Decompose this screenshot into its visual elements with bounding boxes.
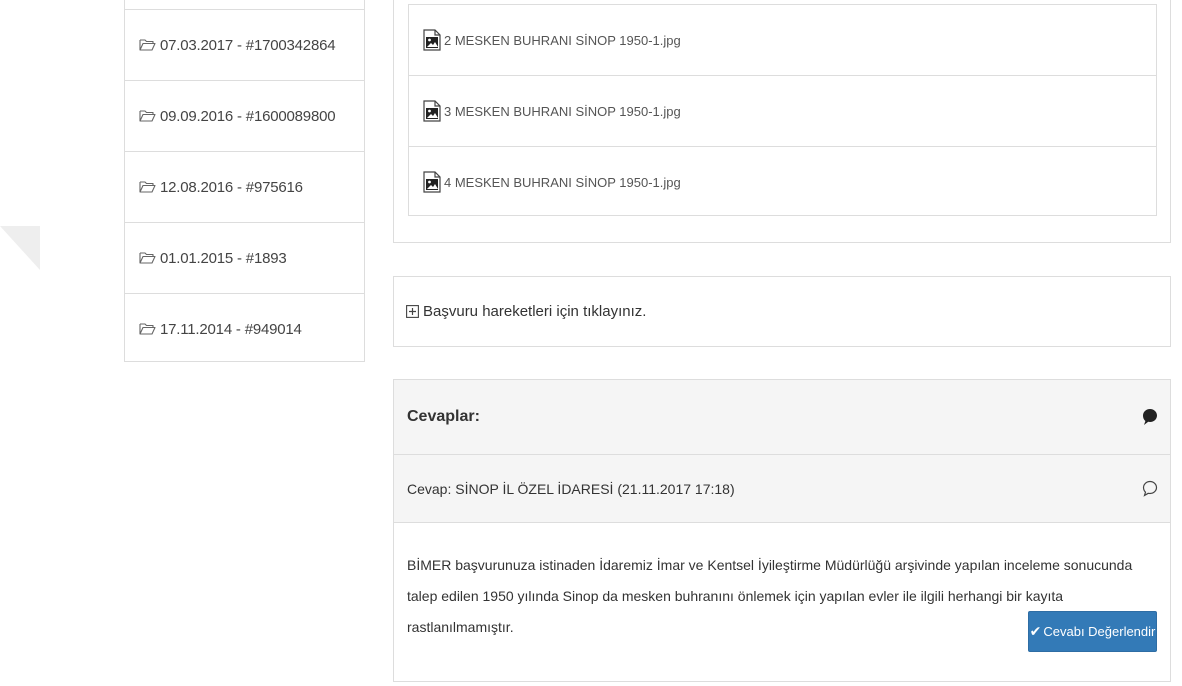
checkmark-icon: ✔ [1029,623,1042,639]
folder-open-icon [139,110,156,122]
answer-body: BİMER başvurunuza istinaden İdaremiz İma… [394,523,1170,652]
decorative-corner-shape [0,226,40,270]
folder-open-icon [139,39,156,51]
plus-square-icon [406,305,419,318]
image-file-icon [423,100,441,122]
answers-panel: Cevaplar: Cevap: SİNOP İL ÖZEL İDARESİ (… [393,379,1171,682]
folder-open-icon [139,323,156,335]
speech-bubble-outline-icon [1142,480,1158,497]
attachment-filename: 3 MESKEN BUHRANI SİNOP 1950-1.jpg [444,103,681,119]
application-item-label: 12.08.2016 - #975616 [160,178,303,196]
application-list-top-cap [125,0,364,9]
speech-bubble-filled-icon [1143,409,1157,425]
application-item[interactable]: 01.01.2015 - #1893 [125,222,364,293]
attachment-list: 2 MESKEN BUHRANI SİNOP 1950-1.jpg 3 MESK… [408,4,1157,216]
attachment-filename: 2 MESKEN BUHRANI SİNOP 1950-1.jpg [444,32,681,48]
application-item[interactable]: 09.09.2016 - #1600089800 [125,80,364,151]
application-item[interactable]: 12.08.2016 - #975616 [125,151,364,222]
answer-header-label: Cevap: SİNOP İL ÖZEL İDARESİ (21.11.2017… [407,480,735,497]
answers-title: Cevaplar: [407,408,480,425]
attachment-item[interactable]: 4 MESKEN BUHRANI SİNOP 1950-1.jpg [409,146,1156,217]
application-history-toggle[interactable]: Başvuru hareketleri için tıklayınız. [393,276,1171,347]
attachments-panel: 2 MESKEN BUHRANI SİNOP 1950-1.jpg 3 MESK… [393,0,1171,243]
application-item[interactable]: 07.03.2017 - #1700342864 [125,9,364,80]
folder-open-icon [139,252,156,264]
application-item-label: 09.09.2016 - #1600089800 [160,107,336,125]
folder-open-icon [139,181,156,193]
application-list: 07.03.2017 - #1700342864 09.09.2016 - #1… [124,0,365,362]
answers-header: Cevaplar: [394,380,1170,455]
attachment-filename: 4 MESKEN BUHRANI SİNOP 1950-1.jpg [444,174,681,190]
image-file-icon [423,29,441,51]
attachment-item[interactable]: 3 MESKEN BUHRANI SİNOP 1950-1.jpg [409,75,1156,146]
application-item-label: 17.11.2014 - #949014 [160,320,302,338]
rate-answer-label: Cevabı Değerlendir [1043,624,1156,639]
answer-header: Cevap: SİNOP İL ÖZEL İDARESİ (21.11.2017… [394,455,1170,523]
attachment-item[interactable]: 2 MESKEN BUHRANI SİNOP 1950-1.jpg [409,5,1156,75]
rate-answer-button[interactable]: ✔ Cevabı Değerlendir [1028,611,1157,652]
image-file-icon [423,171,441,193]
application-item[interactable]: 17.11.2014 - #949014 [125,293,364,364]
history-toggle-label: Başvuru hareketleri için tıklayınız. [423,303,647,320]
application-item-label: 01.01.2015 - #1893 [160,249,287,267]
application-item-label: 07.03.2017 - #1700342864 [160,36,336,54]
